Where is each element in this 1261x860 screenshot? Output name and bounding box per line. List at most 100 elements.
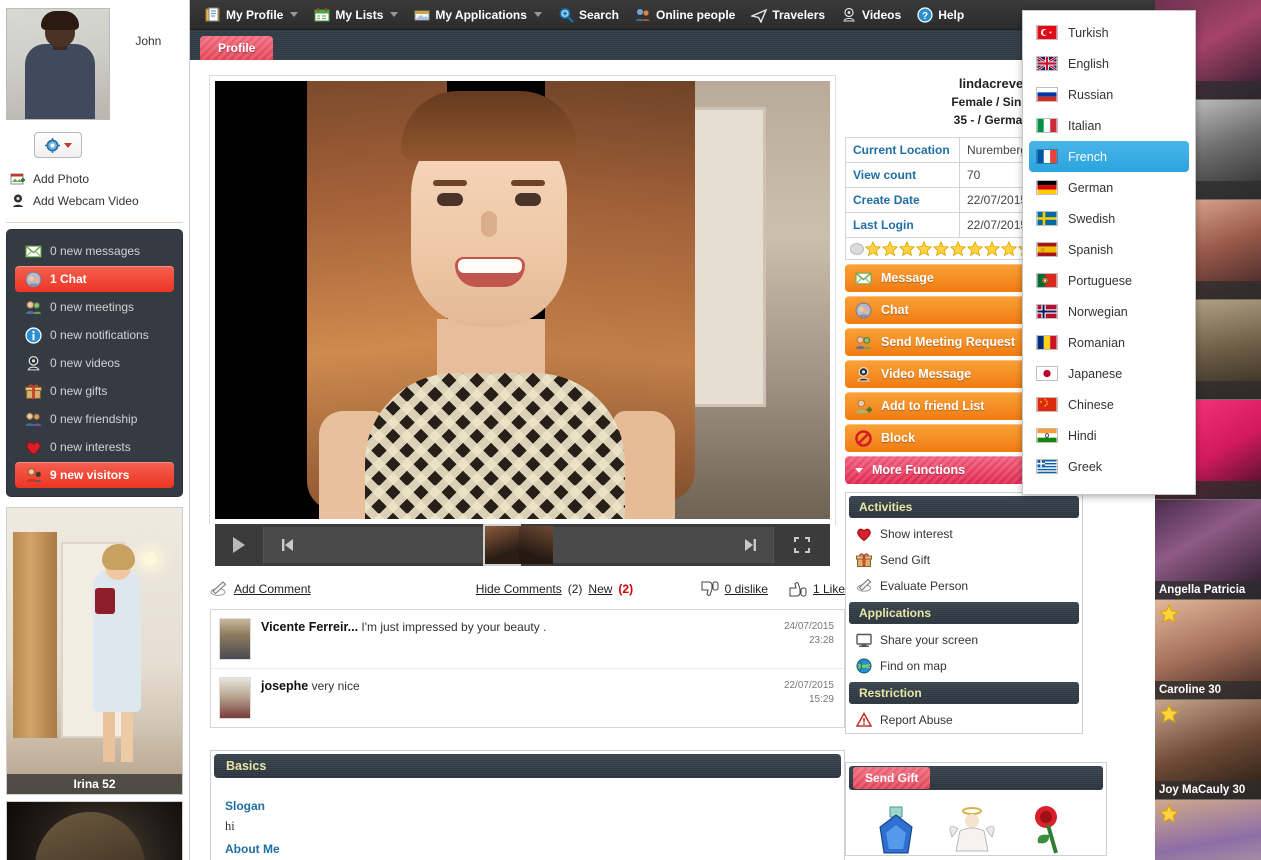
webcam-icon (855, 366, 872, 383)
sidebar-count-label: 0 new notifications (50, 328, 149, 342)
comment-avatar[interactable] (219, 618, 251, 660)
language-option-norwegian[interactable]: Norwegian (1023, 296, 1195, 327)
action-button-label: Send Meeting Request (881, 335, 1015, 349)
language-option-spanish[interactable]: Spanish (1023, 234, 1195, 265)
language-option-label: Swedish (1068, 212, 1115, 226)
suggested-user-card[interactable]: missuluna 25 (1155, 800, 1261, 860)
sidebar-count-0-new-messages[interactable]: 0 new messages (15, 238, 174, 264)
star-icon[interactable] (899, 241, 915, 257)
side-panel-item-send-gift[interactable]: Send Gift (846, 547, 1082, 573)
suggested-user-card[interactable]: Angella Patricia 28 (1155, 500, 1261, 600)
star-icon[interactable] (865, 241, 881, 257)
side-panel-item-share-your-screen[interactable]: Share your screen (846, 627, 1082, 653)
next-button[interactable] (727, 527, 773, 563)
star-icon[interactable] (984, 241, 1000, 257)
add-photo-link[interactable]: Add Photo (10, 168, 181, 190)
play-button[interactable] (215, 524, 263, 566)
star-icon[interactable] (967, 241, 983, 257)
nav-item-label: My Lists (335, 8, 383, 22)
like-group[interactable]: 1 Like (788, 581, 845, 597)
star-icon[interactable] (916, 241, 932, 257)
rating-toggle-icon[interactable] (850, 243, 864, 255)
mail-icon (855, 270, 872, 287)
side-panel-item-show-interest[interactable]: Show interest (846, 521, 1082, 547)
previous-button[interactable] (264, 527, 310, 563)
dislike-link[interactable]: 0 dislike (725, 582, 768, 596)
add-comment-group[interactable]: Add Comment (210, 581, 311, 597)
nav-item-search[interactable]: Search (551, 3, 626, 27)
flag-icon-norwegian (1036, 304, 1058, 319)
dislike-group[interactable]: 0 dislike (700, 581, 768, 597)
language-option-turkish[interactable]: Turkish (1023, 17, 1195, 48)
language-option-portuguese[interactable]: Portuguese (1023, 265, 1195, 296)
language-option-greek[interactable]: Greek (1023, 451, 1195, 482)
sidebar-count-0-new-gifts[interactable]: 0 new gifts (15, 378, 174, 404)
tab-profile[interactable]: Profile (200, 36, 273, 60)
chevron-down-icon (390, 12, 398, 17)
sidebar-count-0-new-notifications[interactable]: 0 new notifications (15, 322, 174, 348)
rose-gift-icon[interactable] (1022, 803, 1074, 855)
thumbnail-item[interactable] (519, 526, 553, 564)
sidebar-photo-1[interactable]: Irina 52 (6, 507, 183, 795)
settings-button[interactable] (34, 132, 82, 158)
avatar[interactable] (6, 8, 110, 120)
language-dropdown-menu[interactable]: Turkish EnglishRussianItalianFrenchGerman… (1022, 10, 1196, 495)
star-icon[interactable] (882, 241, 898, 257)
sidebar-count-9-new-visitors[interactable]: 9 new visitors (15, 462, 174, 488)
sidebar-photo-2[interactable] (6, 801, 183, 860)
comment-avatar[interactable] (219, 677, 251, 719)
star-icon[interactable] (950, 241, 966, 257)
nav-item-videos[interactable]: Videos (834, 3, 908, 27)
suggested-user-card[interactable]: Joy MaCauly 30 (1155, 700, 1261, 800)
flag-icon-hindi (1036, 428, 1058, 443)
star-icon[interactable] (1001, 241, 1017, 257)
nav-item-my-lists[interactable]: My Lists (307, 3, 405, 27)
sidebar-count-0-new-friendship[interactable]: 0 new friendship (15, 406, 174, 432)
language-option-russian[interactable]: Russian (1023, 79, 1195, 110)
main-content: Add Comment Hide Comments(2) New(2) 0 di… (190, 60, 1155, 860)
angel-gift-icon[interactable] (946, 803, 998, 855)
nav-item-my-profile[interactable]: My Profile (198, 3, 305, 27)
language-option-chinese[interactable]: Chinese (1023, 389, 1195, 420)
nav-item-help[interactable]: ?Help (910, 3, 971, 27)
suggested-user-card[interactable]: Caroline 30 (1155, 600, 1261, 700)
add-webcam-video-link[interactable]: Add Webcam Video (10, 190, 181, 212)
language-option-romanian[interactable]: Romanian (1023, 327, 1195, 358)
language-option-italian[interactable]: Italian (1023, 110, 1195, 141)
nav-item-travelers[interactable]: Travelers (744, 3, 832, 27)
search-icon (558, 7, 574, 23)
sidebar-count-0-new-videos[interactable]: 0 new videos (15, 350, 174, 376)
add-photo-label: Add Photo (33, 172, 89, 186)
star-icon[interactable] (933, 241, 949, 257)
side-panel-item-report-abuse[interactable]: Report Abuse (846, 707, 1082, 733)
perfume-gift-icon[interactable] (870, 803, 922, 855)
language-option-japanese[interactable]: Japanese (1023, 358, 1195, 389)
side-panel-item-label: Show interest (880, 527, 953, 541)
sidebar-count-0-new-interests[interactable]: 0 new interests (15, 434, 174, 460)
language-option-english[interactable]: English (1023, 48, 1195, 79)
side-panel-item-evaluate-person[interactable]: Evaluate Person (846, 573, 1082, 599)
sidebar-count-1-chat[interactable]: 1 Chat (15, 266, 174, 292)
language-option-label: Turkish (1068, 26, 1109, 40)
side-panel-item-find-on-map[interactable]: Find on map (846, 653, 1082, 679)
thumbnail-strip[interactable] (263, 527, 774, 563)
language-option-french[interactable]: French (1029, 141, 1189, 172)
nav-item-online-people[interactable]: Online people (628, 3, 742, 27)
add-comment-link[interactable]: Add Comment (234, 582, 311, 596)
language-option-hindi[interactable]: Hindi (1023, 420, 1195, 451)
send-gift-tab[interactable]: Send Gift (853, 767, 930, 789)
comment-author: josephe (261, 679, 308, 693)
new-comments-link[interactable]: New (588, 582, 612, 596)
heart-icon (856, 526, 872, 542)
like-link[interactable]: 1 Like (813, 582, 845, 596)
sidebar-count-0-new-meetings[interactable]: 0 new meetings (15, 294, 174, 320)
language-option-swedish[interactable]: Swedish (1023, 203, 1195, 234)
send-gift-panel: Send Gift (845, 762, 1107, 856)
profile-side-panels: ActivitiesShow interestSend GiftEvaluate… (845, 492, 1145, 734)
profile-photo[interactable] (210, 76, 835, 524)
fullscreen-button[interactable] (774, 524, 830, 566)
thumbnail-item[interactable] (485, 526, 519, 564)
hide-comments-link[interactable]: Hide Comments (476, 582, 562, 596)
language-option-german[interactable]: German (1023, 172, 1195, 203)
nav-item-my-applications[interactable]: My Applications (407, 3, 549, 27)
